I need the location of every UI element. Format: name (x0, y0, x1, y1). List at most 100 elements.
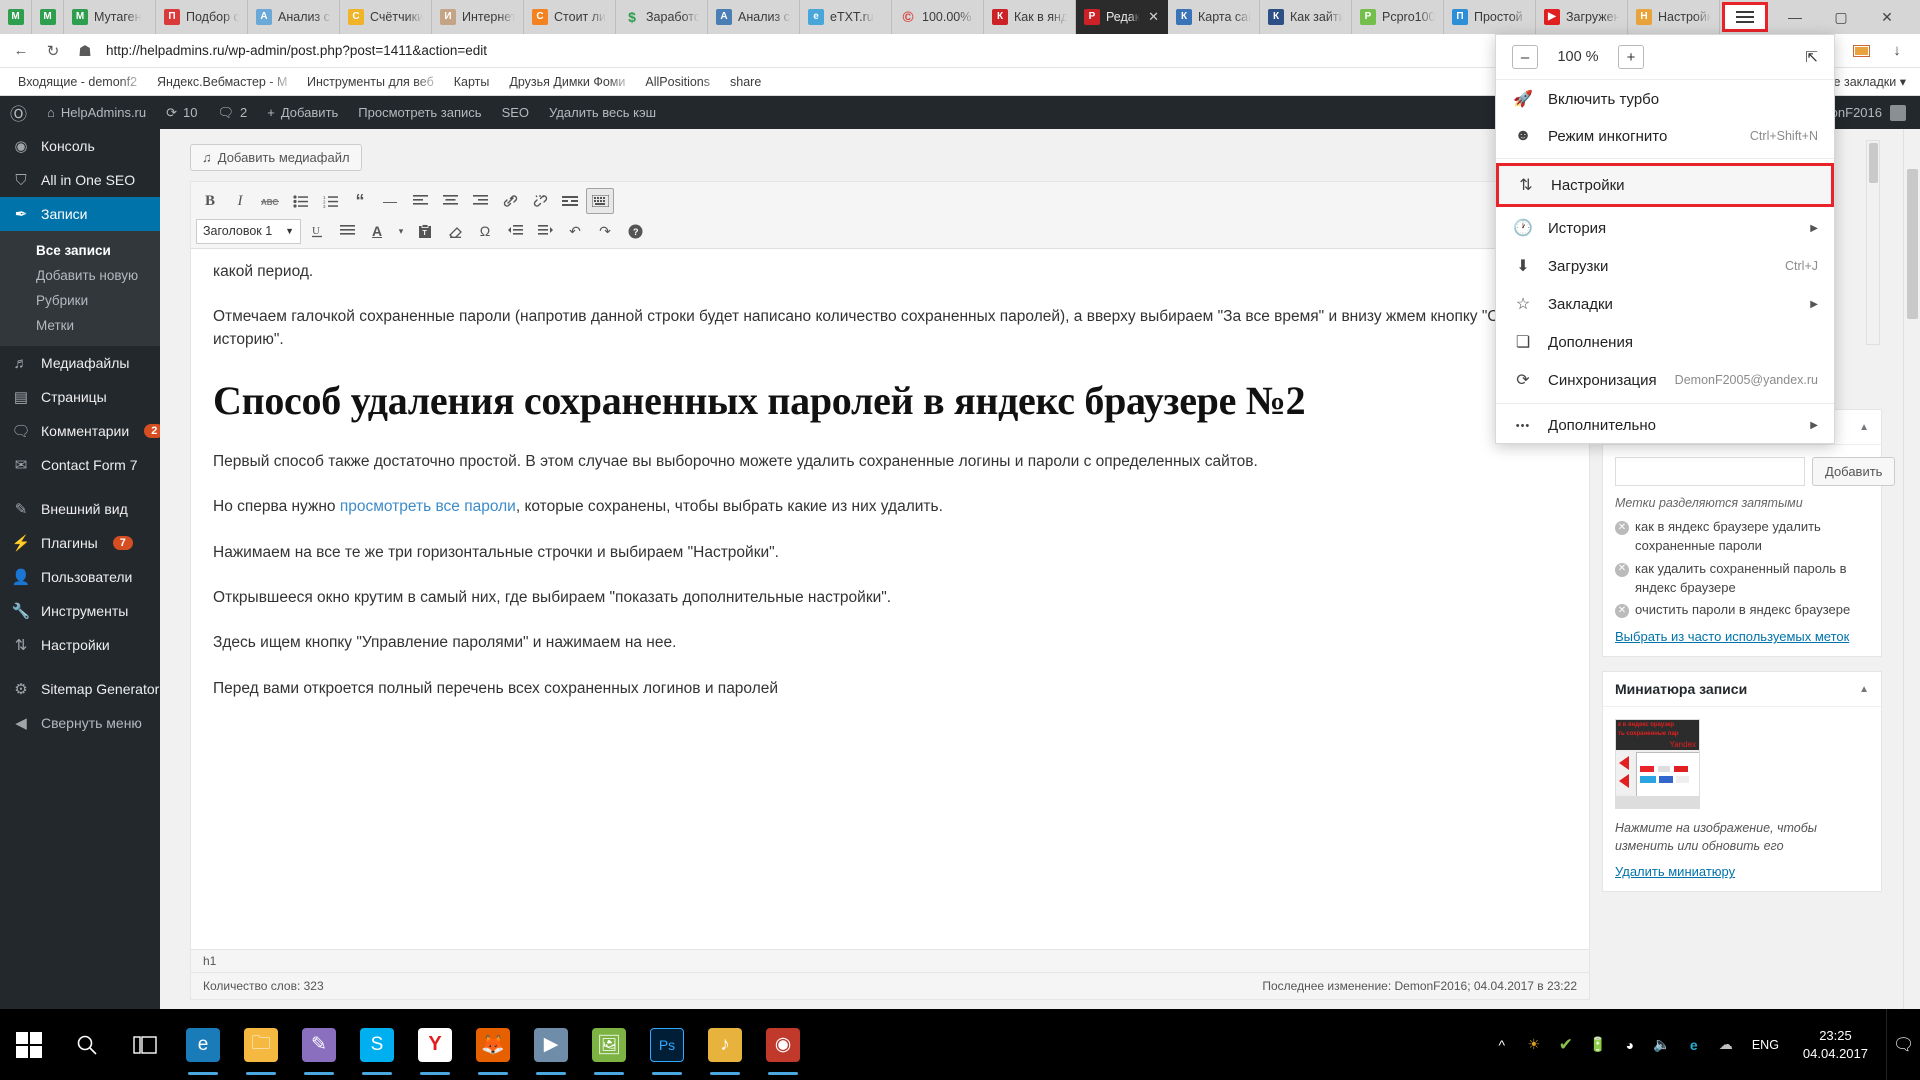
sidebar-item-пользователи[interactable]: 👤 Пользователи (0, 560, 160, 594)
strikethrough-icon[interactable]: ABC (256, 188, 284, 214)
taskbar-app-yandex-browser-icon[interactable]: Y (406, 1009, 464, 1080)
undo-icon[interactable]: ↶ (561, 218, 589, 244)
close-button[interactable]: ✕ (1864, 0, 1910, 34)
menu-item-загрузки[interactable]: ⬇ Загрузки Ctrl+J (1496, 247, 1834, 285)
format-select[interactable]: Заголовок 1 ▼ (196, 218, 301, 244)
remove-featured-image-link[interactable]: Удалить миниатюру (1615, 864, 1869, 879)
special-character-icon[interactable]: Ω (471, 218, 499, 244)
sidebar-item-комментарии[interactable]: 🗨 Комментарии 2 (0, 414, 165, 448)
remove-tag-icon[interactable]: ✕ (1615, 562, 1629, 577)
wifi-icon[interactable]: ◕ (1620, 1035, 1640, 1055)
browser-tab-6[interactable]: И Интернет (432, 0, 524, 34)
menu-item-синхронизация[interactable]: ⟳ Синхронизация DemonF2005@yandex.ru (1496, 361, 1834, 399)
taskbar-app-audio-app-icon[interactable]: ♪ (696, 1009, 754, 1080)
page-scrollbar-thumb[interactable] (1907, 169, 1918, 319)
taskbar-app-paint-brush-icon[interactable]: ✎ (290, 1009, 348, 1080)
admin-new-content[interactable]: + Добавить (257, 96, 348, 129)
browser-tab-5[interactable]: С Счётчики (340, 0, 432, 34)
close-icon[interactable]: ✕ (1148, 9, 1159, 25)
volume-icon[interactable]: 🔈 (1652, 1035, 1672, 1055)
sidebar-item-настройки[interactable]: ⇅ Настройки (0, 628, 160, 662)
sidebar-item-внешний-вид[interactable]: ✎ Внешний вид (0, 492, 160, 526)
browser-tab-14[interactable]: К Карта сай (1168, 0, 1260, 34)
browser-tab-3[interactable]: П Подбор с (156, 0, 248, 34)
submenu-item-метки[interactable]: Метки (0, 313, 160, 338)
browser-tab-10[interactable]: e eTXT.ru (800, 0, 892, 34)
taskbar-app-edge-icon[interactable]: e (174, 1009, 232, 1080)
blockquote-icon[interactable]: “ (346, 188, 374, 214)
taskbar-app-skype-icon[interactable]: S (348, 1009, 406, 1080)
browser-tab-0[interactable]: M (0, 0, 32, 34)
shield-security-icon[interactable]: ☗ (74, 40, 96, 62)
taskbar-app-image-viewer-icon[interactable]: 🖼 (580, 1009, 638, 1080)
admin-clear-cache[interactable]: Удалить весь кэш (539, 96, 666, 129)
minimize-button[interactable]: — (1772, 0, 1818, 34)
taskbar-app-firefox-icon[interactable]: 🦊 (464, 1009, 522, 1080)
bookmark-item-4[interactable]: Друзья Димки Фоми (499, 75, 635, 89)
download-arrow-icon[interactable]: ↓ (1884, 38, 1910, 64)
browser-tab-17[interactable]: П Простой с (1444, 0, 1536, 34)
add-tag-button[interactable]: Добавить (1812, 457, 1896, 486)
menu-item-включить-турбо[interactable]: 🚀 Включить турбо (1496, 80, 1834, 118)
align-center-icon[interactable] (436, 188, 464, 214)
justify-icon[interactable] (333, 218, 361, 244)
sidebar-item-all-in-one-seo[interactable]: ⛉ All in One SEO (0, 163, 160, 197)
collapse-triangle-icon[interactable]: ▲ (1859, 422, 1869, 433)
inner-scrollbar[interactable] (1866, 140, 1880, 345)
taskbar-app-photoshop-icon[interactable]: Ps (638, 1009, 696, 1080)
notification-balloon-icon[interactable]: 🗨 (1886, 1009, 1920, 1080)
antivirus-shield-icon[interactable]: ✔ (1556, 1035, 1576, 1055)
fullscreen-icon[interactable]: ⇱ (1805, 48, 1818, 66)
bookmark-item-6[interactable]: share (720, 75, 771, 89)
menu-item-дополнительно[interactable]: ••• Дополнительно ▶ (1496, 408, 1834, 443)
taskbar-app-camtasia-icon[interactable]: ▶ (522, 1009, 580, 1080)
sidebar-item-contact-form-7[interactable]: ✉ Contact Form 7 (0, 448, 160, 482)
link-icon[interactable] (496, 188, 524, 214)
reload-icon[interactable]: ↻ (42, 40, 64, 62)
sidebar-item-инструменты[interactable]: 🔧 Инструменты (0, 594, 160, 628)
sidebar-item-свернуть-меню[interactable]: ◀ Свернуть меню (0, 706, 160, 740)
taskbar-app-browser-app-icon[interactable]: ◉ (754, 1009, 812, 1080)
browser-tab-19[interactable]: Н Настройк (1628, 0, 1720, 34)
windows-start-icon[interactable] (0, 1009, 58, 1080)
zoom-out-button[interactable]: – (1512, 45, 1538, 69)
browser-tab-12[interactable]: К Как в янд (984, 0, 1076, 34)
bookmark-item-2[interactable]: Инструменты для веб (297, 75, 444, 89)
browser-tab-11[interactable]: © 100.00% - (892, 0, 984, 34)
browser-tab-18[interactable]: ▶ Загружен (1536, 0, 1628, 34)
align-right-icon[interactable] (466, 188, 494, 214)
browser-tab-9[interactable]: А Анализ са (708, 0, 800, 34)
clock[interactable]: 23:25 04.04.2017 (1795, 1027, 1876, 1062)
admin-updates[interactable]: ⟳ 10 (156, 96, 207, 129)
submenu-item-добавить-новую[interactable]: Добавить новую (0, 263, 160, 288)
menu-item-закладки[interactable]: ☆ Закладки ▶ (1496, 285, 1834, 323)
text-color-icon[interactable]: A (363, 218, 391, 244)
browser-tab-13[interactable]: Р Редакт ✕ (1076, 0, 1168, 34)
bookmark-item-1[interactable]: Яндекс.Вебмастер - М (147, 75, 297, 89)
language-indicator[interactable]: ENG (1748, 1038, 1783, 1052)
zoom-in-button[interactable]: + (1618, 45, 1644, 69)
horizontal-rule-icon[interactable]: — (376, 188, 404, 214)
bookmark-item-3[interactable]: Карты (444, 75, 500, 89)
admin-comments[interactable]: 🗨 2 (208, 96, 258, 129)
browser-tab-2[interactable]: M Мутаген (64, 0, 156, 34)
screenshot-icon[interactable] (1848, 38, 1874, 64)
paste-as-text-icon[interactable]: T (411, 218, 439, 244)
collapse-triangle-icon[interactable]: ▲ (1859, 684, 1869, 695)
browser-tab-15[interactable]: К Как зайти (1260, 0, 1352, 34)
task-view-icon[interactable] (116, 1009, 174, 1080)
read-more-icon[interactable] (556, 188, 584, 214)
page-scrollbar[interactable] (1903, 129, 1920, 1009)
back-icon[interactable]: ← (10, 40, 32, 62)
featured-image-thumbnail[interactable]: к в яндекс браузер ть сохраненные пар Ya… (1615, 719, 1700, 810)
remove-tag-icon[interactable]: ✕ (1615, 521, 1629, 535)
toolbar-toggle-icon[interactable] (586, 188, 614, 214)
menu-item-дополнения[interactable]: ❏ Дополнения (1496, 323, 1834, 361)
onedrive-icon[interactable]: ☁ (1716, 1035, 1736, 1055)
choose-from-popular-tags-link[interactable]: Выбрать из часто используемых меток (1615, 629, 1869, 644)
sidebar-item-консоль[interactable]: ◉ Консоль (0, 129, 160, 163)
wordpress-logo-icon[interactable]: Ⓞ (0, 96, 37, 129)
clear-formatting-icon[interactable] (441, 218, 469, 244)
sidebar-item-sitemap-generator[interactable]: ⚙ Sitemap Generator (0, 672, 160, 706)
edge-tray-icon[interactable]: e (1684, 1035, 1704, 1055)
